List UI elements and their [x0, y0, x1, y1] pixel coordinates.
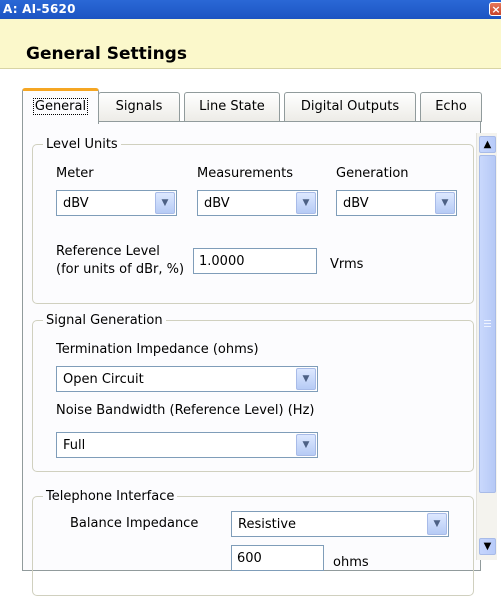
- tab-line-state-label: Line State: [199, 99, 265, 114]
- reference-level-unit: Vrms: [330, 257, 364, 272]
- measurements-select[interactable]: dBV ▼: [197, 190, 318, 216]
- meter-value: dBV: [63, 196, 89, 211]
- balance-impedance-label: Balance Impedance: [70, 516, 199, 531]
- generation-label: Generation: [336, 166, 409, 181]
- close-icon[interactable]: ×: [489, 2, 501, 16]
- scrollbar-grip: [484, 323, 491, 324]
- tab-line-state[interactable]: Line State: [184, 92, 280, 122]
- window-title: A: AI-5620: [3, 2, 76, 16]
- page-title: General Settings: [26, 44, 187, 64]
- chevron-down-icon[interactable]: ▼: [427, 513, 447, 535]
- tab-signals[interactable]: Signals: [98, 92, 180, 122]
- termination-impedance-value: Open Circuit: [63, 372, 144, 387]
- tab-general-label: General: [32, 98, 89, 115]
- page-header: General Settings: [0, 19, 501, 69]
- chevron-down-icon[interactable]: ▼: [155, 192, 175, 214]
- scrollbar-grip: [484, 320, 491, 321]
- resistance-input[interactable]: 600: [231, 545, 324, 571]
- reference-level-input[interactable]: 1.0000: [193, 248, 317, 274]
- resistance-unit: ohms: [333, 555, 369, 570]
- reference-level-value: 1.0000: [199, 254, 245, 269]
- tab-echo-label: Echo: [435, 99, 467, 114]
- tab-echo[interactable]: Echo: [420, 92, 482, 122]
- tab-digital-outputs-label: Digital Outputs: [300, 99, 400, 114]
- chevron-down-icon[interactable]: ▼: [435, 192, 455, 214]
- balance-impedance-value: Resistive: [238, 517, 297, 532]
- reference-level-sublabel: (for units of dBr, %): [56, 262, 185, 277]
- generation-value: dBV: [343, 196, 369, 211]
- noise-bandwidth-select[interactable]: Full ▼: [56, 432, 318, 458]
- meter-select[interactable]: dBV ▼: [56, 190, 177, 216]
- termination-impedance-label: Termination Impedance (ohms): [56, 342, 259, 357]
- scroll-up-icon[interactable]: ▲: [479, 136, 496, 153]
- chevron-down-icon[interactable]: ▼: [296, 368, 316, 390]
- reference-level-label: Reference Level: [56, 244, 160, 259]
- telephone-interface-legend: Telephone Interface: [43, 489, 178, 504]
- signal-generation-legend: Signal Generation: [43, 313, 166, 328]
- vertical-scrollbar[interactable]: ▲ ▼: [476, 133, 497, 560]
- scroll-down-icon[interactable]: ▼: [479, 538, 496, 555]
- scrollbar-thumb[interactable]: [479, 155, 496, 493]
- measurements-label: Measurements: [197, 166, 294, 181]
- chevron-down-icon[interactable]: ▼: [296, 192, 316, 214]
- tab-digital-outputs[interactable]: Digital Outputs: [284, 92, 416, 122]
- chevron-down-icon[interactable]: ▼: [296, 434, 316, 456]
- noise-bandwidth-label: Noise Bandwidth (Reference Level) (Hz): [56, 403, 315, 418]
- generation-select[interactable]: dBV ▼: [336, 190, 457, 216]
- noise-bandwidth-value: Full: [63, 438, 86, 453]
- window-titlebar: A: AI-5620 ×: [0, 0, 501, 19]
- resistance-value: 600: [237, 551, 262, 566]
- scrollbar-grip: [484, 326, 491, 327]
- level-units-legend: Level Units: [43, 137, 121, 152]
- tab-signals-label: Signals: [115, 99, 163, 114]
- measurements-value: dBV: [204, 196, 230, 211]
- termination-impedance-select[interactable]: Open Circuit ▼: [56, 366, 318, 392]
- tab-general[interactable]: General: [22, 88, 99, 124]
- balance-impedance-select[interactable]: Resistive ▼: [231, 511, 449, 537]
- meter-label: Meter: [56, 166, 94, 181]
